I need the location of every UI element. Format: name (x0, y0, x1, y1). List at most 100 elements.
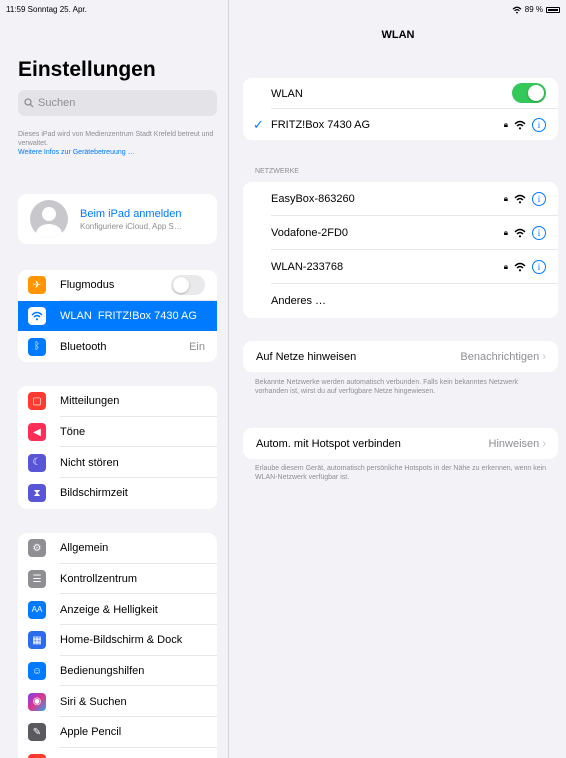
managed-text: Dieses iPad wird von Medienzentrum Stadt… (18, 131, 214, 147)
sidebar-item-nicht-stoeren[interactable]: ☾ Nicht stören (18, 447, 217, 478)
accessibility-icon: ☺ (28, 662, 46, 681)
sidebar-item-bildschirmzeit[interactable]: ⧗ Bildschirmzeit (18, 478, 217, 509)
sidebar-item-siri[interactable]: ◉ Siri & Suchen (18, 686, 217, 717)
ask-join-row[interactable]: Auf Netze hinweisen Benachrichtigen › (243, 341, 558, 372)
status-time: 11:59 Sonntag 25. Apr. (6, 5, 87, 14)
time-text: 11:59 (6, 5, 26, 14)
control-center-icon: ☰ (28, 570, 46, 589)
network-name: Vodafone-2FD0 (271, 227, 349, 239)
touch-id-icon (28, 754, 46, 758)
sidebar-item-flugmodus[interactable]: ✈ Flugmodus (18, 270, 217, 301)
wifi-icon (512, 6, 522, 14)
sidebar-item-label: Töne (60, 426, 86, 439)
info-icon[interactable]: i (532, 192, 546, 206)
wifi-icon (28, 307, 46, 326)
network-row[interactable]: Vodafone-2FD0 🔒︎ i (243, 216, 558, 250)
sidebar-item-label: Siri & Suchen (60, 695, 127, 708)
info-icon[interactable]: i (532, 260, 546, 274)
sounds-icon: ◀ (28, 423, 46, 442)
connected-network-row[interactable]: ✓ FRITZ!Box 7430 AG 🔒︎ i (243, 109, 558, 140)
general-group: ⚙ Allgemein ☰ Kontrollzentrum AA Anzeige… (18, 533, 217, 758)
battery-percent: 89 % (524, 5, 543, 14)
sidebar-item-apple-pencil[interactable]: ✎ Apple Pencil (18, 717, 217, 748)
sidebar-item-label: Bluetooth (60, 340, 107, 353)
other-network-label: Anderes … (271, 295, 327, 307)
pencil-icon: ✎ (28, 723, 46, 742)
network-name: WLAN-233768 (271, 261, 344, 273)
wlan-label: WLAN (271, 87, 303, 100)
sidebar-item-label: Flugmodus (60, 279, 115, 292)
wlan-group: WLAN ✓ FRITZ!Box 7430 AG 🔒︎ i (243, 78, 558, 140)
page-title: WLAN (381, 29, 415, 41)
sidebar: Einstellungen Suchen Dieses iPad wird vo… (0, 0, 229, 758)
lock-icon: 🔒︎ (503, 228, 508, 237)
other-network-row[interactable]: Anderes … (243, 284, 558, 318)
search-field[interactable]: Suchen (18, 90, 217, 116)
signin-subtitle: Konfiguriere iCloud, App S… (80, 221, 182, 231)
bluetooth-icon: ᛒ (28, 337, 46, 356)
sidebar-item-home-bildschirm[interactable]: ▦ Home-Bildschirm & Dock (18, 625, 217, 656)
info-icon[interactable]: i (532, 226, 546, 240)
notifications-group: ▢ Mitteilungen ◀ Töne ☾ Nicht stören ⧗ B… (18, 386, 217, 509)
sidebar-item-anzeige[interactable]: AA Anzeige & Helligkeit (18, 594, 217, 625)
hotspot-row[interactable]: Autom. mit Hotspot verbinden Hinweisen › (243, 428, 558, 459)
ask-join-group: Auf Netze hinweisen Benachrichtigen › (243, 341, 558, 372)
sidebar-item-bluetooth[interactable]: ᛒ Bluetooth Ein (18, 331, 217, 362)
sidebar-item-toene[interactable]: ◀ Töne (18, 417, 217, 448)
sidebar-item-label: Anzeige & Helligkeit (60, 603, 158, 616)
sidebar-item-label: Home-Bildschirm & Dock (60, 634, 183, 647)
network-row[interactable]: EasyBox-863260 🔒︎ i (243, 182, 558, 216)
ask-join-label: Auf Netze hinweisen (256, 350, 357, 363)
hotspot-value: Hinweisen (488, 437, 540, 450)
hotspot-group: Autom. mit Hotspot verbinden Hinweisen › (243, 428, 558, 459)
wlan-toggle-row: WLAN (243, 78, 558, 109)
date-text: Sonntag 25. Apr. (27, 5, 87, 14)
profile-signin[interactable]: Beim iPad anmelden Konfiguriere iCloud, … (18, 194, 217, 244)
bluetooth-status: Ein (189, 340, 205, 353)
status-bar: 11:59 Sonntag 25. Apr. 89 % (0, 0, 566, 18)
avatar (30, 200, 68, 238)
sidebar-item-label: WLAN FRITZ!Box 7430 AG (60, 310, 197, 323)
sidebar-item-label: Bildschirmzeit (60, 487, 128, 500)
sidebar-item-label: Kontrollzentrum (60, 573, 138, 586)
siri-icon: ◉ (28, 692, 46, 711)
display-icon: AA (28, 600, 46, 619)
sidebar-item-wlan[interactable]: WLAN FRITZ!Box 7430 AG (18, 300, 217, 332)
managed-notice: Dieses iPad wird von Medienzentrum Stadt… (18, 130, 217, 157)
sidebar-item-label: Nicht stören (60, 456, 119, 469)
notifications-icon: ▢ (28, 392, 46, 411)
sidebar-item-label: Bedienungshilfen (60, 665, 145, 678)
battery-icon (546, 6, 560, 13)
sidebar-title: Einstellungen (18, 58, 156, 81)
connectivity-group: ✈ Flugmodus WLAN FRITZ!Box 7430 AG ᛒ Blu… (18, 270, 217, 363)
wifi-icon (514, 194, 526, 204)
lock-icon: 🔒︎ (503, 119, 508, 129)
sidebar-item-partial[interactable] (18, 748, 217, 758)
sidebar-item-bedienungshilfen[interactable]: ☺ Bedienungshilfen (18, 656, 217, 687)
wlan-toggle[interactable] (512, 83, 546, 103)
search-icon (24, 98, 34, 108)
checkmark-icon: ✓ (253, 116, 264, 132)
wifi-icon (514, 120, 526, 129)
info-icon[interactable]: i (532, 117, 546, 132)
search-placeholder: Suchen (38, 97, 76, 109)
managed-info-link[interactable]: Weitere Infos zur Gerätebetreuung … (18, 148, 217, 157)
chevron-right-icon: › (542, 350, 546, 363)
network-row[interactable]: WLAN-233768 🔒︎ i (243, 250, 558, 284)
network-name: EasyBox-863260 (271, 193, 355, 205)
airplane-mode-toggle[interactable] (171, 275, 205, 295)
lock-icon: 🔒︎ (503, 262, 508, 271)
hourglass-icon: ⧗ (28, 484, 46, 503)
sidebar-item-mitteilungen[interactable]: ▢ Mitteilungen (18, 386, 217, 417)
sidebar-item-allgemein[interactable]: ⚙ Allgemein (18, 533, 217, 564)
detail-pane: WLAN WLAN ✓ FRITZ!Box 7430 AG 🔒︎ i NETZW… (230, 0, 566, 758)
homescreen-icon: ▦ (28, 631, 46, 650)
hotspot-footer: Erlaube diesem Gerät, automatisch persön… (255, 465, 547, 481)
airplane-icon: ✈ (28, 276, 46, 295)
signin-title: Beim iPad anmelden (80, 207, 182, 220)
gear-icon: ⚙ (28, 539, 46, 558)
chevron-right-icon: › (542, 437, 546, 450)
sidebar-item-kontrollzentrum[interactable]: ☰ Kontrollzentrum (18, 564, 217, 595)
lock-icon: 🔒︎ (503, 194, 508, 203)
hotspot-label: Autom. mit Hotspot verbinden (256, 437, 401, 450)
